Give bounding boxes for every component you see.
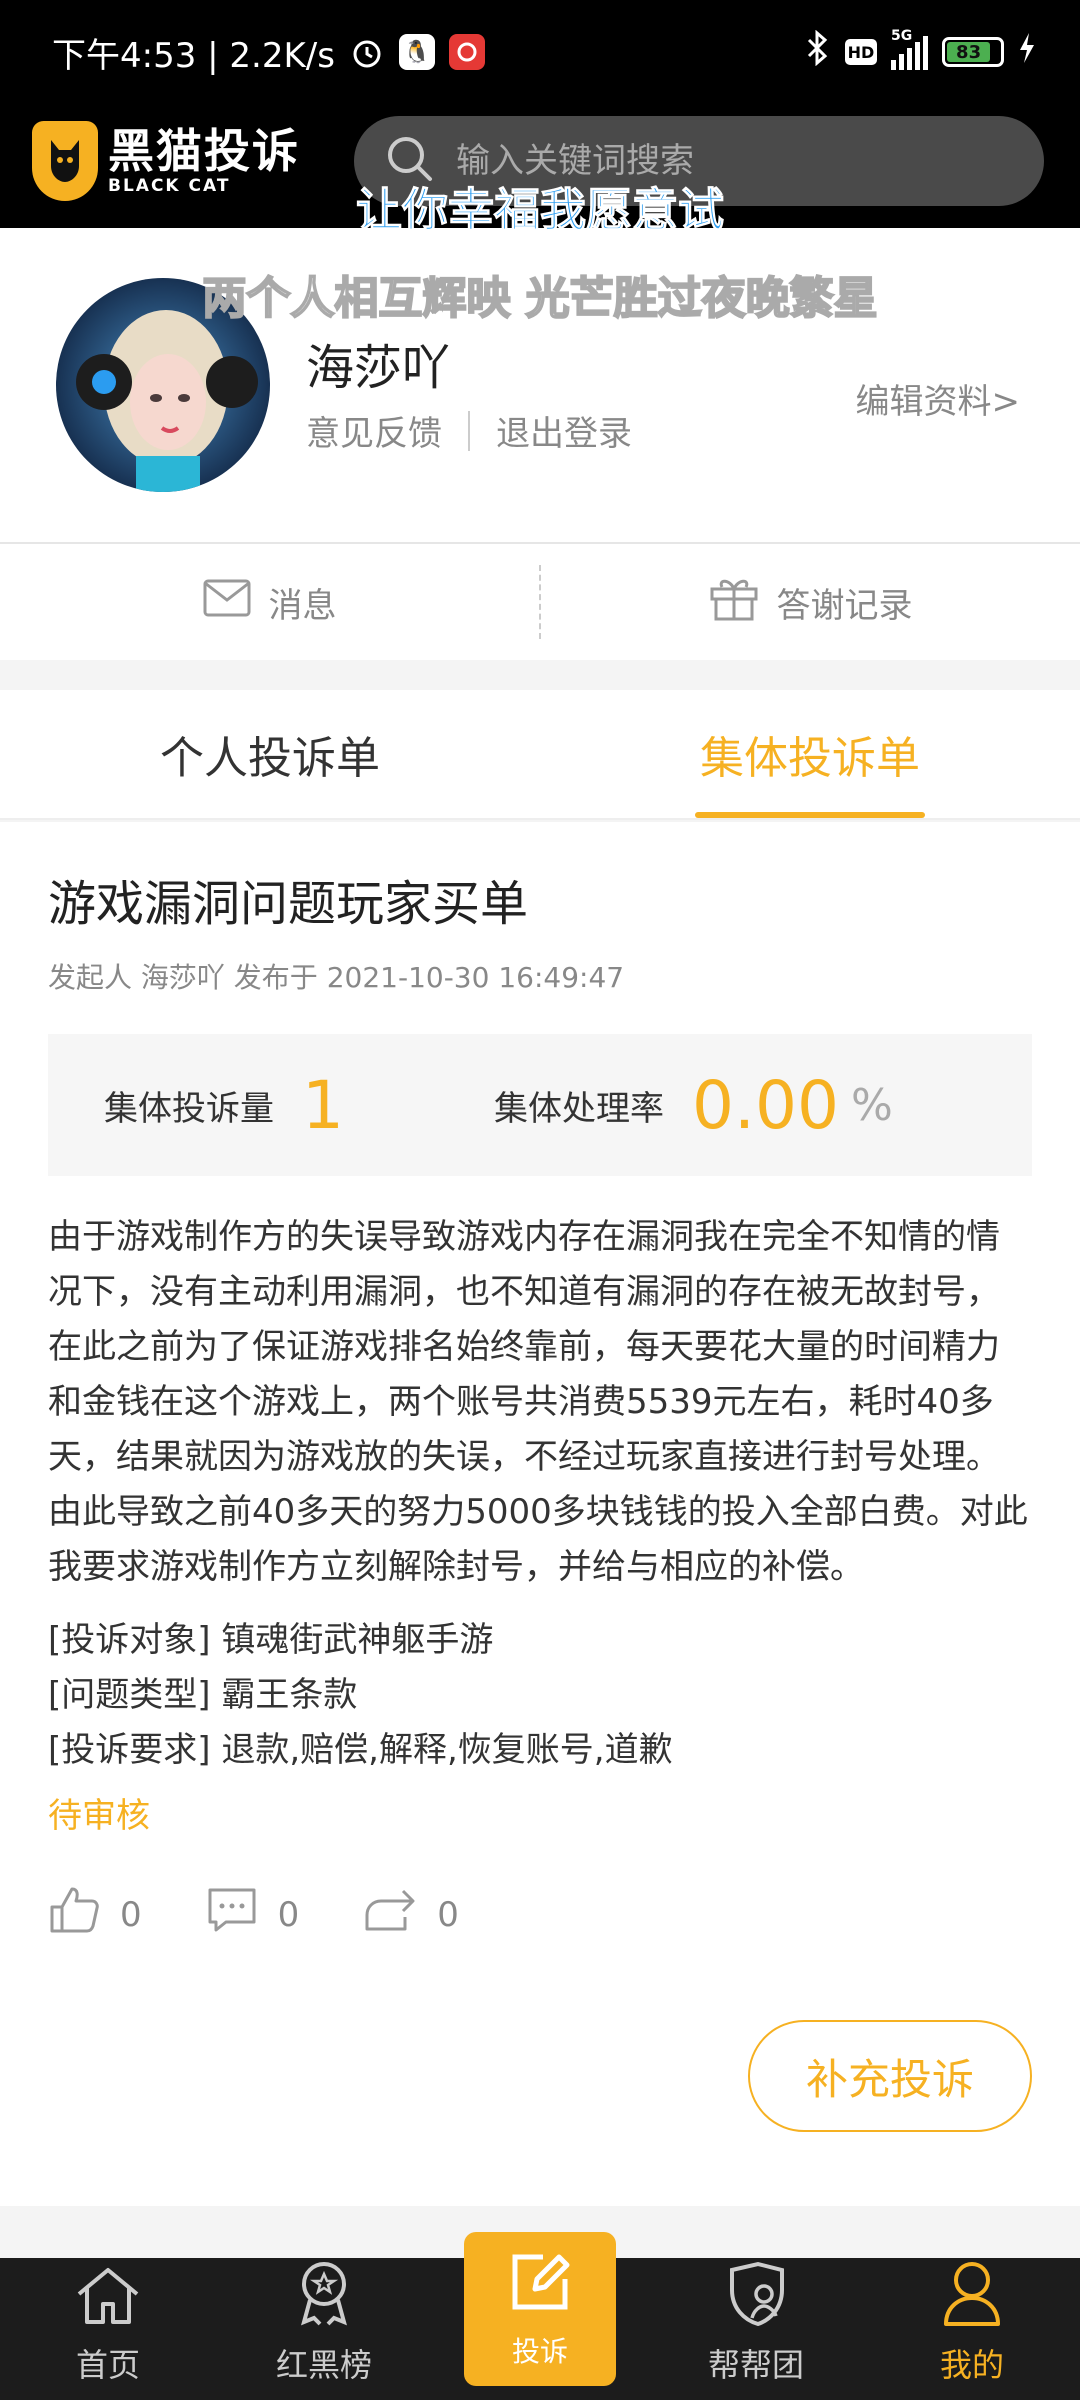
logo-title: 黑猫投诉 (108, 124, 300, 178)
thanks-record-button[interactable]: 答谢记录 (541, 575, 1080, 630)
comment-button[interactable]: 0 (206, 1886, 300, 1943)
overlay-lyric-1: 让你幸福我愿意试 (356, 183, 725, 238)
nav-help-group[interactable]: 帮帮团 (648, 2260, 864, 2386)
share-icon (363, 1887, 417, 1942)
nav-complain-button[interactable]: 投诉 (464, 2232, 616, 2386)
comment-icon (206, 1886, 258, 1943)
thumbs-up-icon (48, 1885, 100, 1944)
charging-icon (1018, 31, 1036, 74)
tab-group-complaints[interactable]: 集体投诉单 (540, 690, 1080, 818)
messages-label: 消息 (268, 585, 337, 626)
tab-personal-complaints[interactable]: 个人投诉单 (0, 690, 540, 818)
nav-mine-label: 我的 (939, 2346, 1004, 2384)
alarm-icon (349, 34, 385, 70)
nav-mine[interactable]: 我的 (864, 2260, 1080, 2386)
group-count-value: 1 (302, 1066, 344, 1144)
feedback-link[interactable]: 意见反馈 (306, 406, 442, 455)
complaint-issue-type: [问题类型] 霸王条款 (48, 1675, 358, 1715)
hd-icon: HD (845, 39, 877, 65)
complaint-title[interactable]: 游戏漏洞问题玩家买单 (48, 864, 1032, 934)
nav-ranking-label: 红黑榜 (275, 2346, 372, 2384)
quick-actions: 消息 答谢记录 (0, 544, 1080, 660)
messages-button[interactable]: 消息 (0, 578, 539, 627)
share-button[interactable]: 0 (363, 1887, 459, 1942)
bluetooth-icon (805, 29, 831, 75)
process-rate-label: 集体处理率 (494, 1088, 664, 1129)
complaint-demand: [投诉要求] 退款,赔偿,解释,恢复账号,道歉 (48, 1730, 673, 1770)
edit-icon (507, 2249, 573, 2322)
nav-help-group-label: 帮帮团 (707, 2346, 804, 2384)
user-icon (942, 2260, 1002, 2334)
gift-icon (709, 575, 759, 630)
nav-home[interactable]: 首页 (0, 2264, 216, 2386)
overlay-lyric-2: 两个人相互辉映 光芒胜过夜晚繁星 (201, 272, 878, 325)
complaint-target: [投诉对象] 镇魂街武神躯手游 (48, 1620, 494, 1660)
supplement-complaint-button[interactable]: 补充投诉 (748, 2020, 1032, 2132)
share-count: 0 (437, 1894, 459, 1935)
group-stats: 集体投诉量 1 集体处理率 0.00 % (48, 1034, 1032, 1176)
comment-count: 0 (277, 1894, 300, 1935)
medal-icon (294, 2260, 354, 2334)
home-icon (73, 2264, 143, 2334)
nav-complain-label: 投诉 (511, 2334, 568, 2368)
complaint-tags: [投诉对象] 镇魂街武神躯手游 [问题类型] 霸王条款 [投诉要求] 退款,赔偿… (48, 1613, 1032, 1778)
status-bar: 下午4:53 | 2.2K/s 🐧 HD 5G 83 (0, 0, 1080, 104)
like-count: 0 (120, 1894, 142, 1935)
nav-ranking[interactable]: 红黑榜 (216, 2260, 432, 2386)
mail-icon (203, 579, 251, 626)
signal-icon: 5G (891, 28, 928, 70)
netease-music-icon (448, 34, 485, 70)
complaint-meta: 发起人 海莎吖 发布于 2021-10-30 16:49:47 (48, 961, 625, 994)
interaction-bar: 0 0 0 (48, 1885, 1032, 1944)
battery-icon: 83 (942, 37, 1004, 67)
qq-icon: 🐧 (398, 34, 435, 70)
edit-profile-link[interactable]: 编辑资料> (856, 374, 1021, 423)
process-rate-value: 0.00 (692, 1066, 839, 1144)
status-time: 下午4:53 | 2.2K/s (52, 35, 335, 76)
complaint-tabs: 个人投诉单 集体投诉单 (0, 690, 1080, 820)
logout-link[interactable]: 退出登录 (496, 406, 632, 455)
username: 海莎吖 (306, 340, 451, 396)
divider (468, 410, 470, 451)
bottom-nav: 首页 红黑榜 投诉 帮帮团 我的 (0, 2232, 1080, 2400)
like-button[interactable]: 0 (48, 1885, 142, 1944)
thanks-record-label: 答谢记录 (776, 585, 913, 626)
status-badge: 待审核 (48, 1796, 150, 1836)
complaint-detail: 游戏漏洞问题玩家买单 发起人 海莎吖 发布于 2021-10-30 16:49:… (0, 822, 1080, 2206)
nav-home-label: 首页 (75, 2346, 140, 2384)
group-count-label: 集体投诉量 (104, 1088, 274, 1129)
complaint-description: 由于游戏制作方的失误导致游戏内存在漏洞我在完全不知情的情况下，没有主动利用漏洞，… (48, 1217, 1028, 1587)
shield-user-icon (724, 2260, 788, 2334)
process-rate-unit: % (850, 1079, 893, 1131)
